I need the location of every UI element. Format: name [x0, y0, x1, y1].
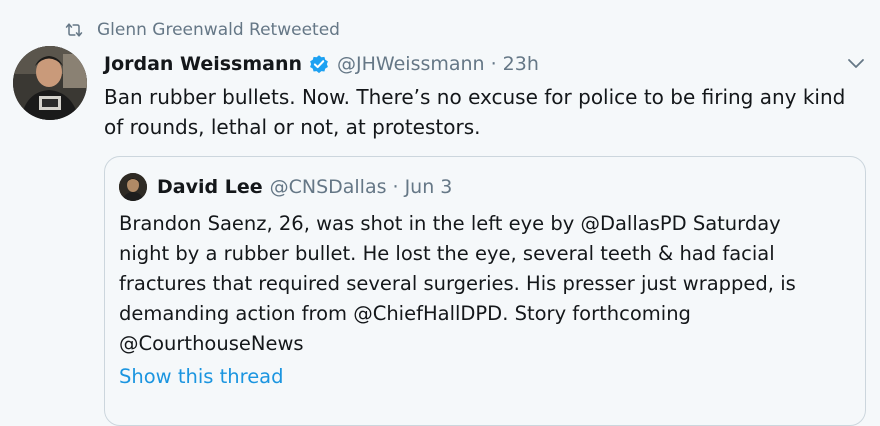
avatar[interactable] — [13, 46, 87, 120]
quoted-text-line: fractures that required several surgerie… — [119, 272, 796, 295]
author-handle[interactable]: @JHWeissmann — [337, 53, 485, 75]
quoted-text-line: Brandon Saenz, 26, was shot in the left … — [119, 212, 781, 235]
quoted-text-line: night by a rubber bullet. He lost the ey… — [119, 242, 775, 265]
retweet-context: Glenn Greenwald Retweeted — [64, 16, 340, 44]
author-name[interactable]: Jordan Weissmann — [104, 53, 302, 75]
quoted-tweet-text: Brandon Saenz, 26, was shot in the left … — [119, 209, 839, 359]
quoted-avatar — [119, 173, 147, 201]
quoted-author-name: David Lee — [157, 176, 263, 198]
tweet-header: Jordan Weissmann @JHWeissmann · 23h — [104, 48, 539, 80]
quoted-tweet[interactable]: David Lee @CNSDallas · Jun 3 Brandon Sae… — [104, 156, 866, 426]
quoted-text-line: @CourthouseNews — [119, 332, 304, 355]
retweet-label[interactable]: Glenn Greenwald Retweeted — [97, 20, 340, 40]
quoted-separator-dot: · — [392, 176, 399, 198]
verified-badge-icon — [310, 55, 328, 74]
quoted-tweet-date: Jun 3 — [404, 176, 453, 198]
tweet-text: Ban rubber bullets. Now. There’s no excu… — [104, 85, 846, 139]
chevron-down-icon[interactable] — [844, 52, 868, 74]
quoted-text-line: demanding action from @ChiefHallDPD. Sto… — [119, 302, 691, 325]
quoted-author-handle: @CNSDallas — [269, 176, 387, 198]
show-thread-link[interactable]: Show this thread — [119, 365, 284, 388]
tweet-timestamp[interactable]: 23h — [503, 53, 539, 75]
quoted-tweet-header: David Lee @CNSDallas · Jun 3 — [119, 171, 452, 203]
retweet-icon — [65, 23, 83, 37]
separator-dot: · — [490, 53, 497, 75]
